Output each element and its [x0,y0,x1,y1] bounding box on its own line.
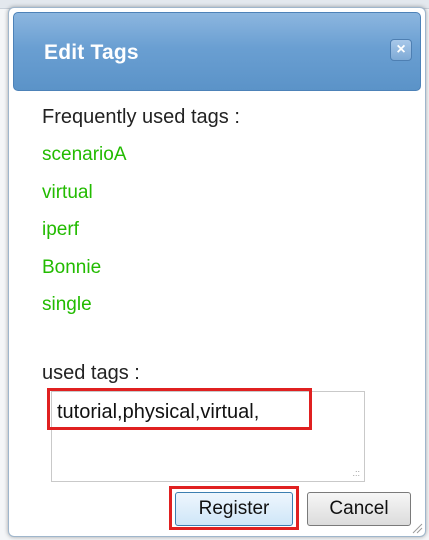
dialog-title: Edit Tags [44,41,139,64]
tag-link-single[interactable]: single [42,294,127,332]
used-tags-value: tutorial,physical,virtual, [57,401,260,423]
textarea-resize-icon[interactable]: .:: [352,469,360,478]
frequent-tags-list: scenarioA virtual iperf Bonnie single [42,144,127,332]
tag-link-scenarioa[interactable]: scenarioA [42,144,127,182]
edit-tags-dialog: Edit Tags × Frequently used tags : scena… [8,7,426,537]
frequent-tags-label: Frequently used tags : [42,106,240,128]
dialog-resize-icon[interactable] [411,522,423,534]
used-tags-input[interactable]: tutorial,physical,virtual, .:: [51,391,365,482]
tag-link-bonnie[interactable]: Bonnie [42,257,127,295]
close-icon: × [396,41,406,58]
register-button[interactable]: Register [175,492,293,526]
tag-link-virtual[interactable]: virtual [42,182,127,220]
dialog-titlebar[interactable]: Edit Tags × [13,12,421,91]
used-tags-label: used tags : [42,362,140,384]
tag-link-iperf[interactable]: iperf [42,219,127,257]
close-button[interactable]: × [390,39,412,61]
cancel-button[interactable]: Cancel [307,492,411,526]
